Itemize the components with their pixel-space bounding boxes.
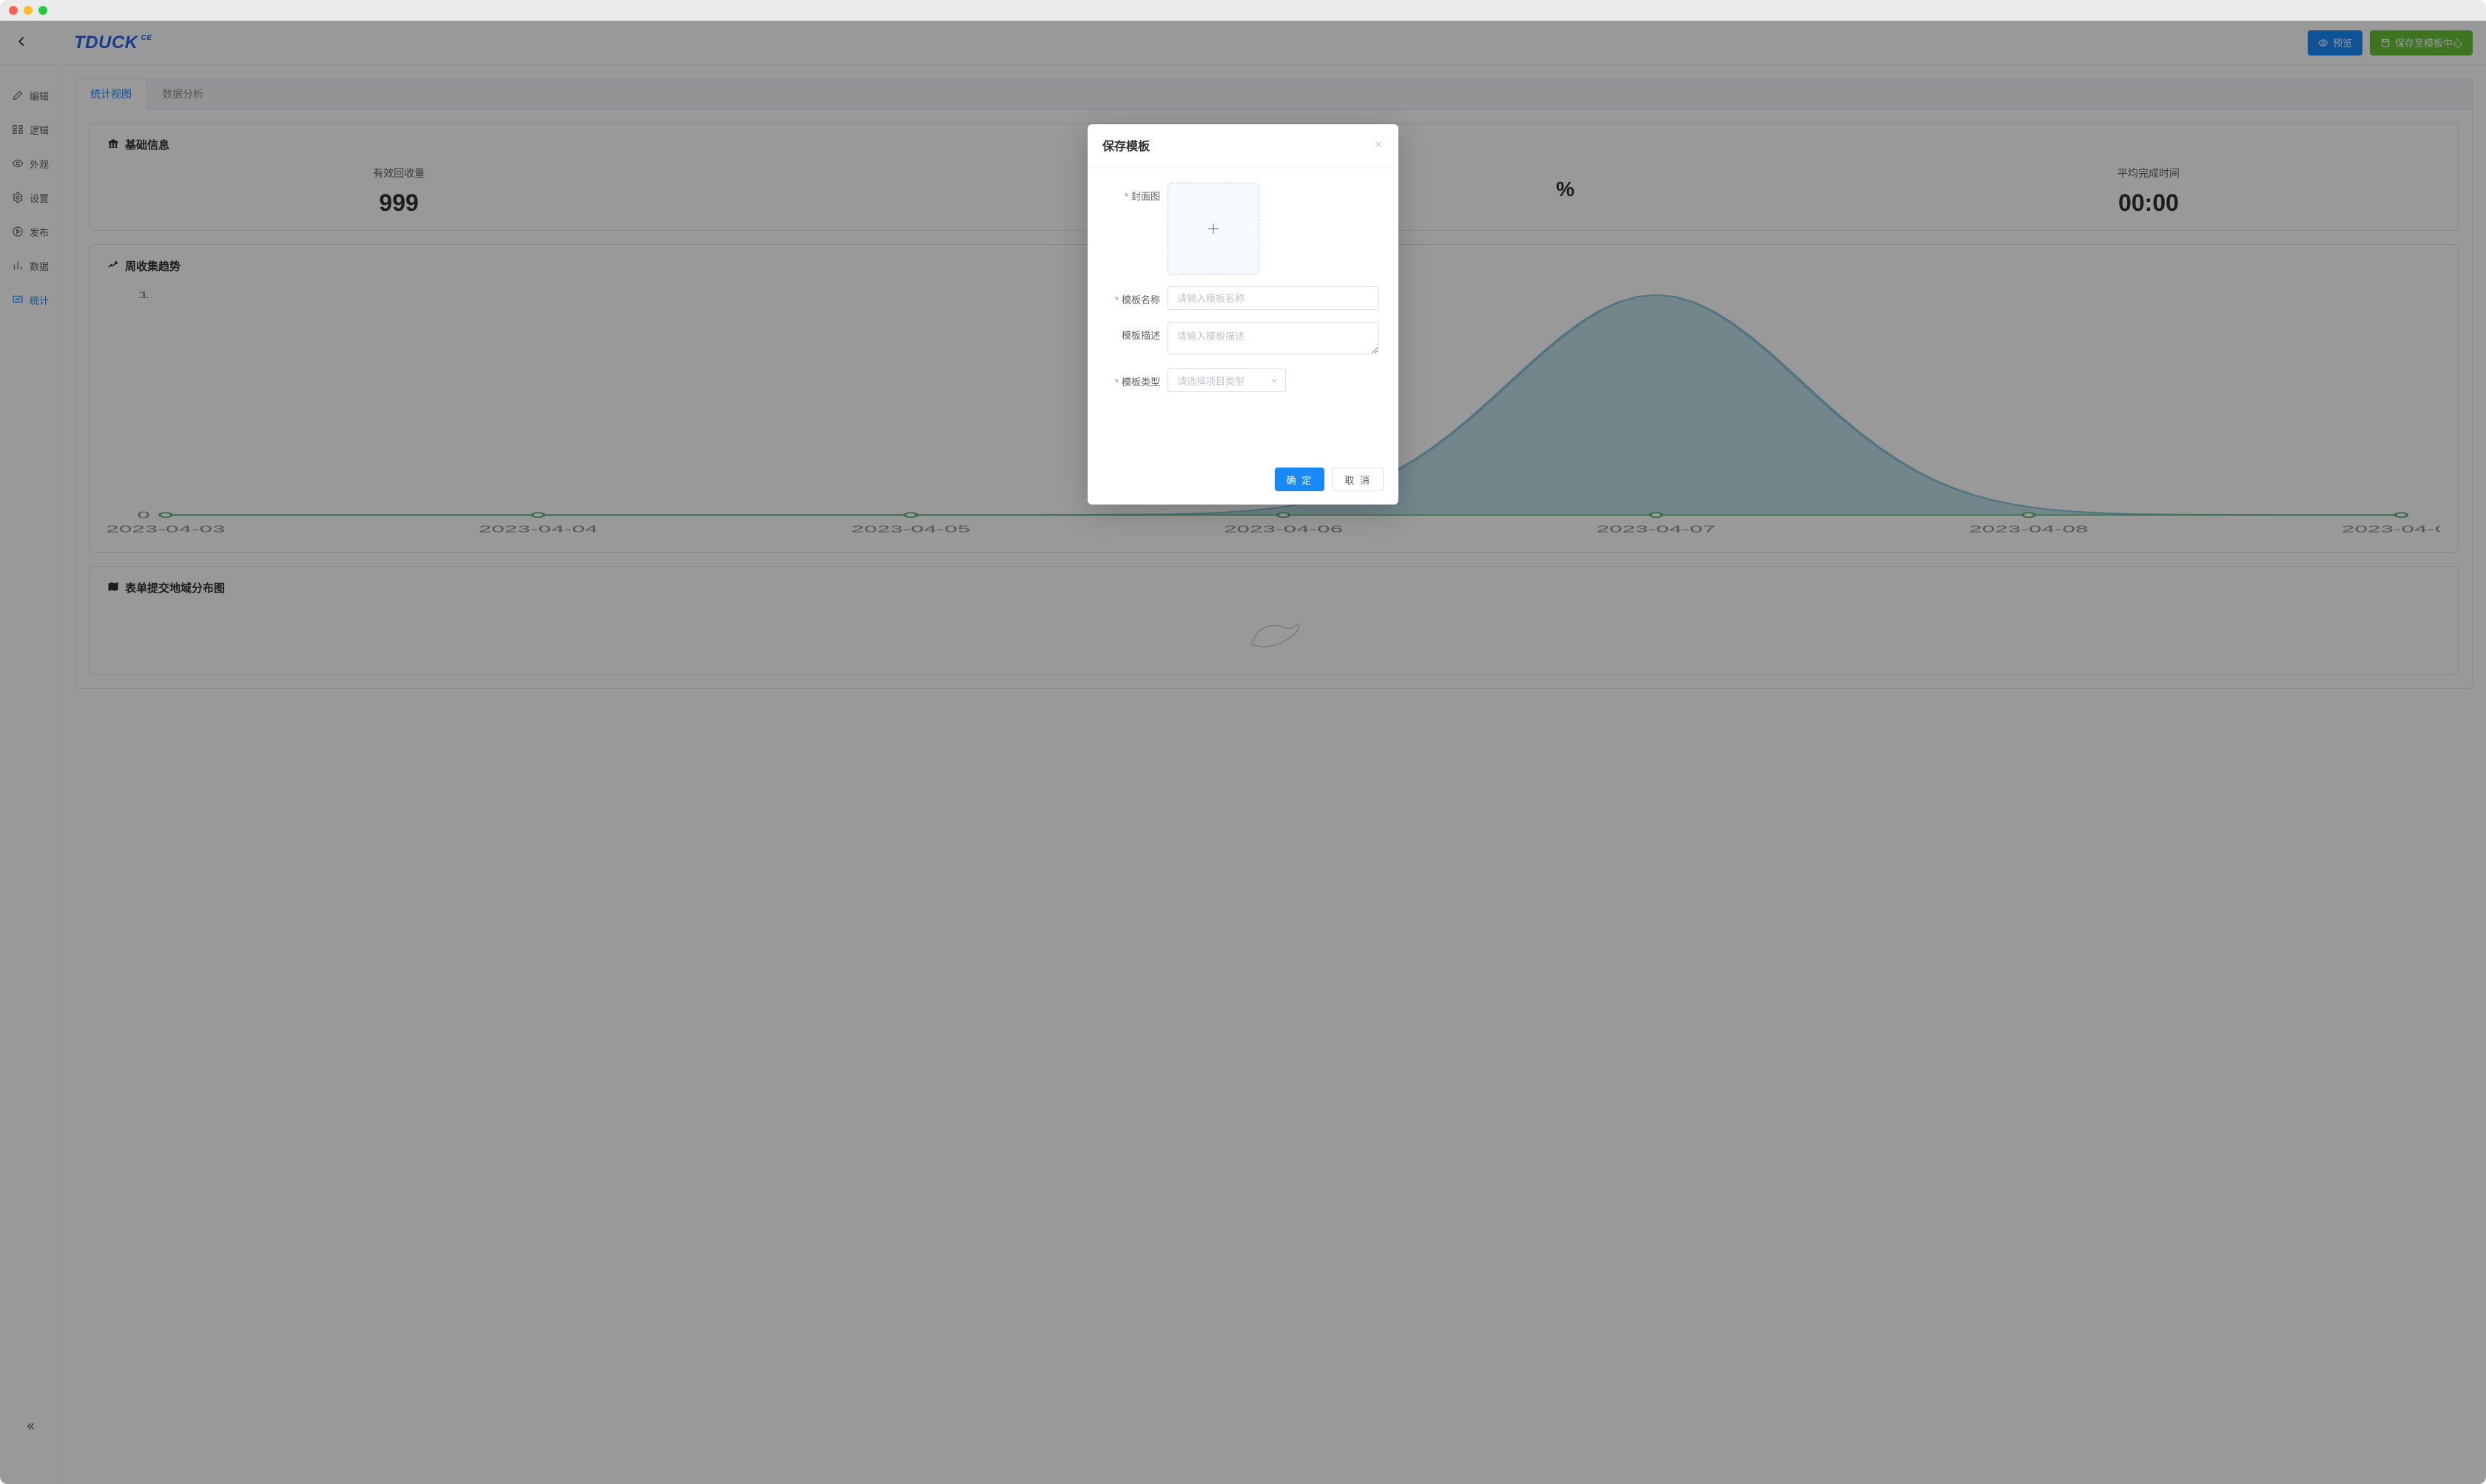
modal-close-icon[interactable] — [1373, 139, 1384, 152]
template-desc-input[interactable] — [1168, 322, 1379, 354]
close-window-icon[interactable] — [9, 6, 18, 15]
chevron-down-icon — [1269, 375, 1279, 385]
save-template-modal: 保存模板 *封面图 — [1088, 124, 1398, 505]
mac-titlebar — [0, 0, 2486, 21]
form-label-cover: *封面图 — [1107, 183, 1160, 203]
cover-uploader[interactable] — [1168, 183, 1259, 274]
form-label-name: *模板名称 — [1107, 286, 1160, 306]
modal-cancel-button[interactable]: 取 消 — [1332, 468, 1384, 491]
form-label-type: *模板类型 — [1107, 368, 1160, 388]
modal-ok-button[interactable]: 确 定 — [1275, 468, 1325, 491]
modal-ok-label: 确 定 — [1287, 475, 1313, 486]
minimize-window-icon[interactable] — [24, 6, 33, 15]
form-label-desc: 模板描述 — [1107, 322, 1160, 342]
template-name-input[interactable] — [1168, 286, 1379, 310]
select-placeholder: 请选择项目类型 — [1177, 374, 1244, 388]
plus-icon — [1205, 220, 1222, 237]
modal-overlay[interactable]: 保存模板 *封面图 — [0, 21, 2486, 1484]
modal-cancel-label: 取 消 — [1344, 475, 1371, 486]
maximize-window-icon[interactable] — [38, 6, 47, 15]
template-type-select[interactable]: 请选择项目类型 — [1168, 368, 1286, 392]
modal-title: 保存模板 — [1102, 136, 1150, 154]
